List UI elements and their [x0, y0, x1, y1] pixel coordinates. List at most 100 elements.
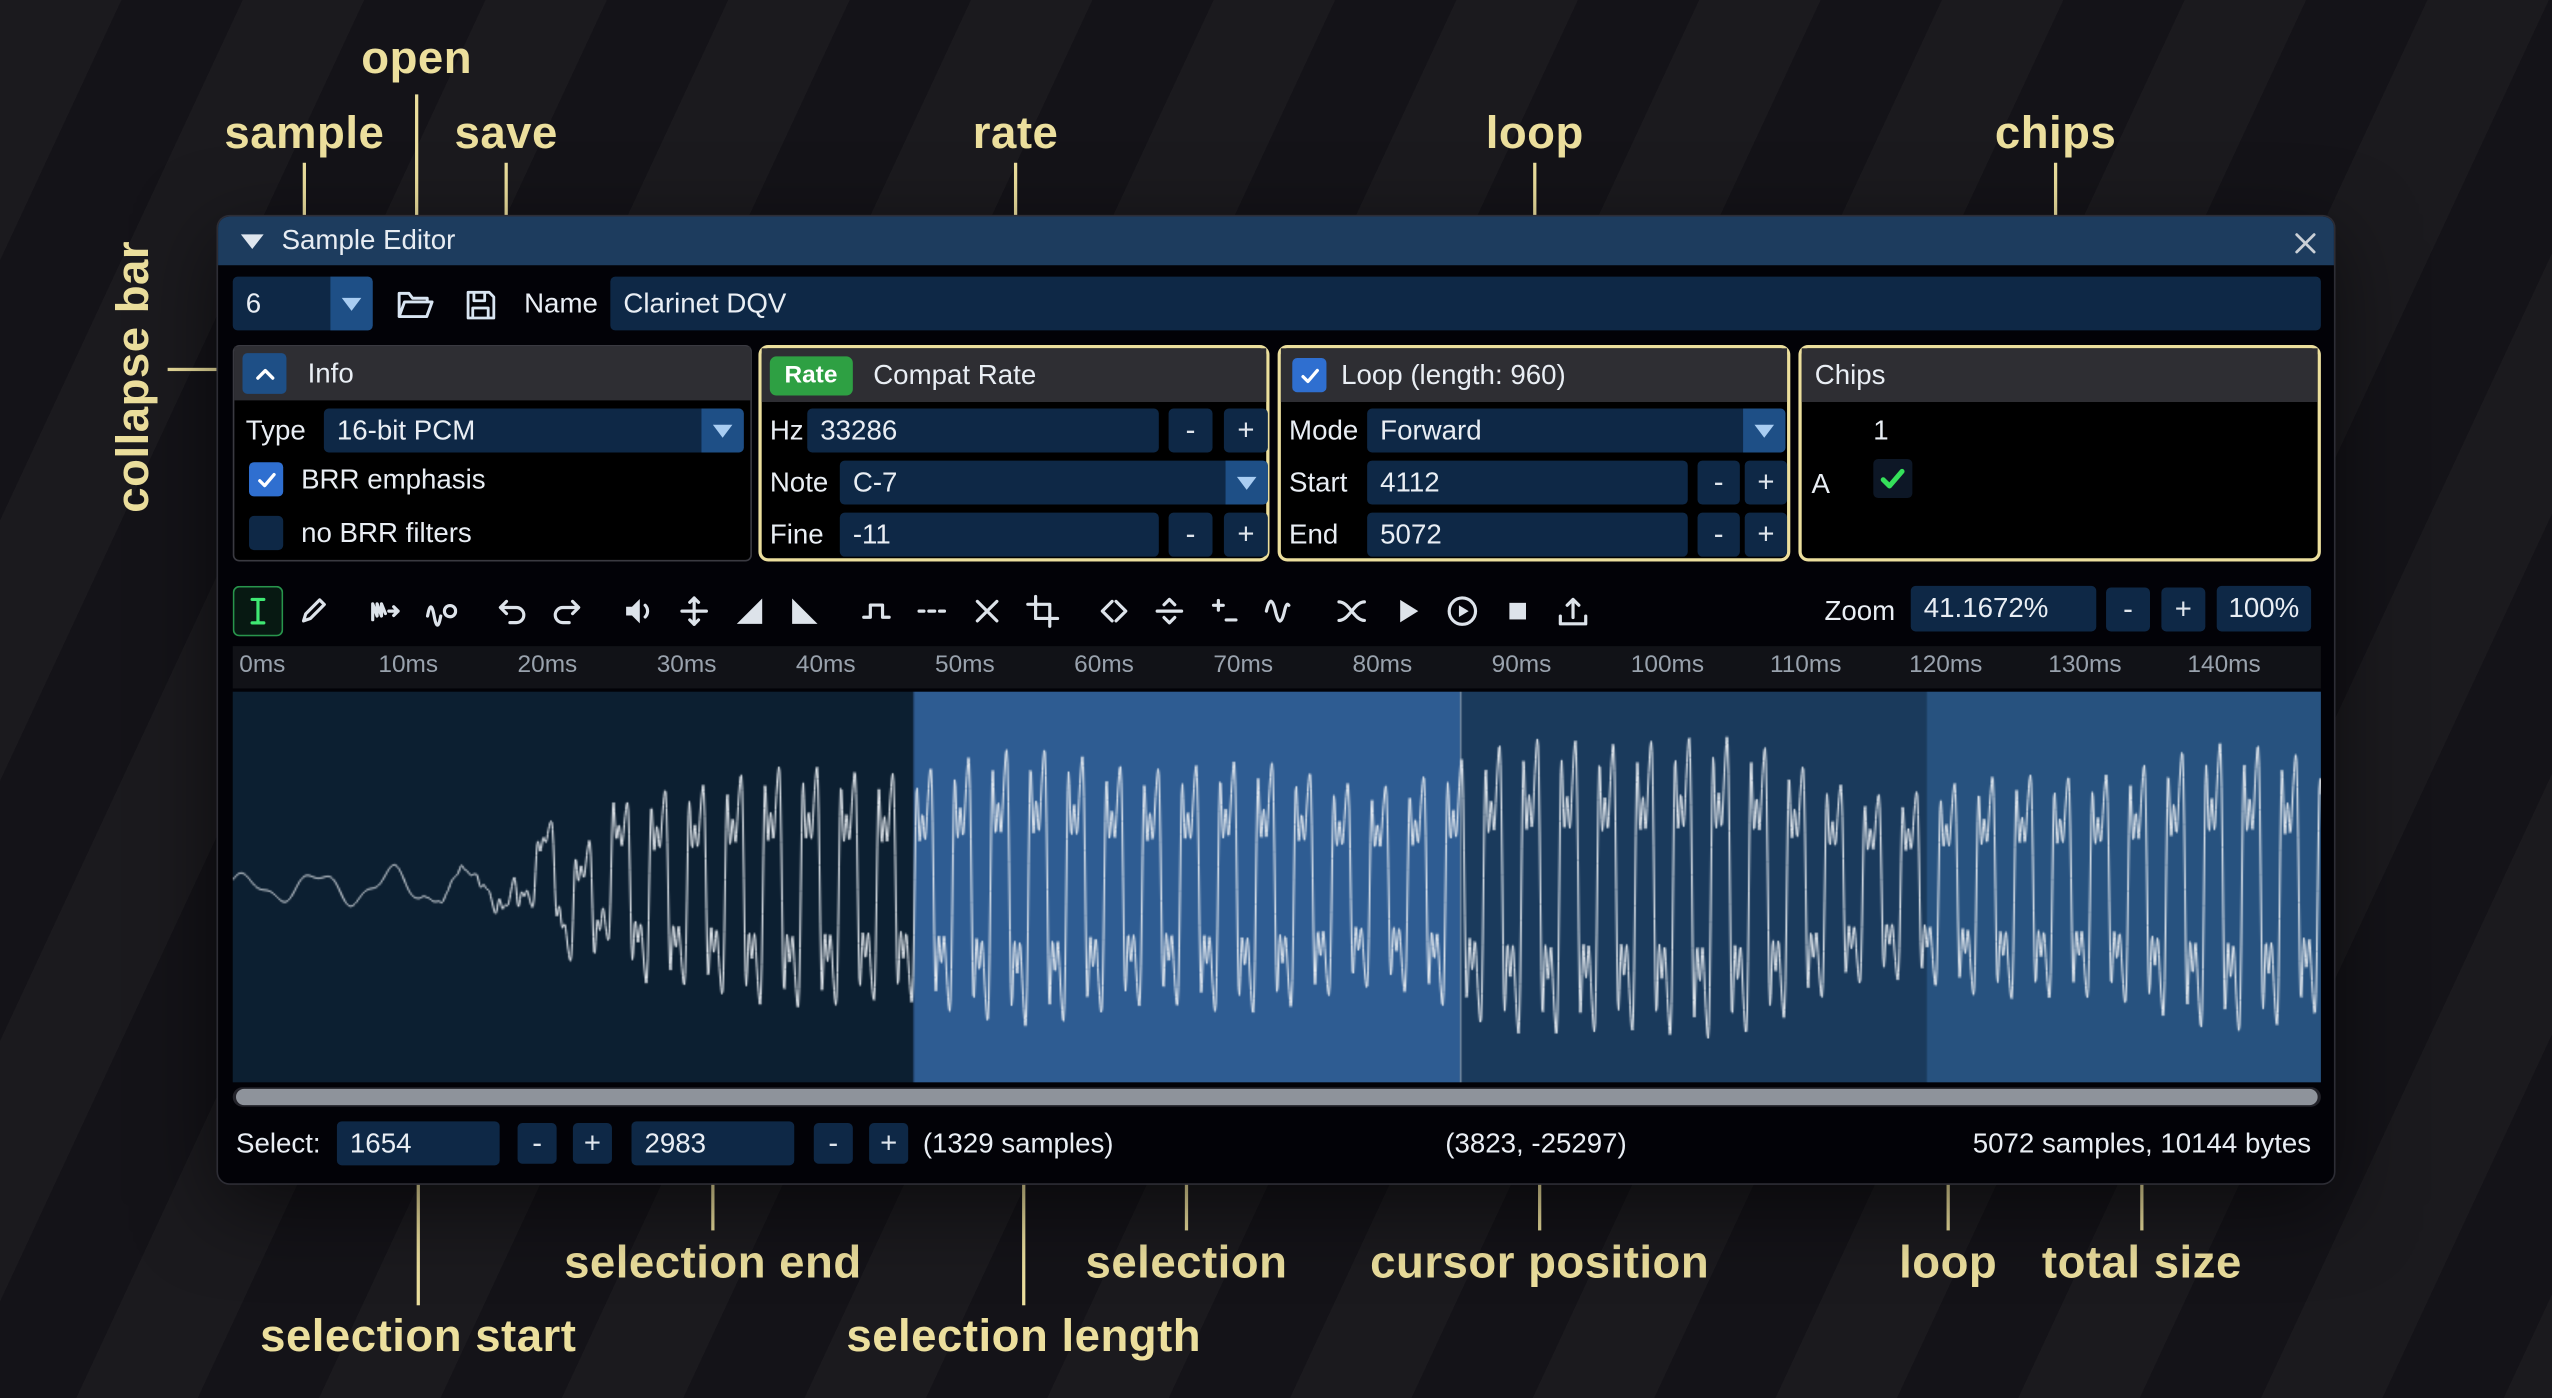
name-input[interactable]: Clarinet DQV	[610, 277, 2321, 331]
loop-start-input[interactable]: 4112	[1367, 461, 1688, 505]
fine-plus-button[interactable]: +	[1224, 513, 1268, 557]
total-size-text: 5072 samples, 10144 bytes	[1973, 1121, 2311, 1165]
hz-plus-button[interactable]: +	[1224, 409, 1268, 453]
loop-mode-select[interactable]: Forward	[1367, 409, 1785, 453]
resample-button[interactable]	[415, 585, 465, 635]
delete-button[interactable]	[962, 585, 1012, 635]
type-select[interactable]: 16-bit PCM	[324, 409, 744, 453]
fade-out-button[interactable]	[780, 585, 830, 635]
loop-start-value: 4112	[1380, 466, 1440, 499]
redo-button[interactable]	[542, 585, 592, 635]
zoom-reset-button[interactable]: 100%	[2217, 586, 2311, 632]
undo-button[interactable]	[487, 585, 537, 635]
crossfade-loop-button[interactable]	[1326, 585, 1376, 635]
annotation-loop-bottom: loop	[1899, 1237, 1997, 1289]
zoom-plus-button[interactable]: +	[2161, 588, 2205, 632]
trim-button[interactable]	[1017, 585, 1067, 635]
scrollbar-thumb[interactable]	[236, 1089, 2318, 1105]
chevron-down-icon	[1754, 424, 1774, 437]
invert-button[interactable]	[1144, 585, 1194, 635]
select-mode-button[interactable]	[233, 585, 283, 635]
insert-silence-icon	[859, 593, 893, 627]
waveform-display[interactable]	[233, 692, 2321, 1083]
type-select-value: 16-bit PCM	[337, 414, 475, 447]
chips-panel-header: Chips	[1802, 348, 2318, 402]
annotation-total-size: total size	[2042, 1237, 2242, 1289]
fine-label: Fine	[770, 513, 824, 557]
reverse-button[interactable]	[1089, 585, 1139, 635]
fine-minus-button[interactable]: -	[1169, 513, 1213, 557]
loop-start-minus-button[interactable]: -	[1698, 461, 1740, 505]
note-select-caret[interactable]	[1226, 461, 1268, 505]
type-select-caret[interactable]	[701, 409, 743, 453]
stop-preview-button[interactable]	[1492, 585, 1542, 635]
annotation-line-selection-length	[1022, 1172, 1025, 1305]
sample-number-caret[interactable]	[330, 277, 372, 331]
chip-a-checkbox[interactable]	[1873, 459, 1912, 498]
chips-panel-title: Chips	[1815, 359, 1886, 392]
fade-in-button[interactable]	[724, 585, 774, 635]
type-label: Type	[246, 409, 306, 453]
check-icon	[255, 468, 278, 491]
brr-emphasis-checkbox[interactable]	[249, 462, 283, 496]
loop-start-plus-button[interactable]: +	[1745, 461, 1787, 505]
hz-minus-button[interactable]: -	[1169, 409, 1213, 453]
window-titlebar[interactable]: Sample Editor	[218, 216, 2334, 265]
draw-mode-button[interactable]	[288, 585, 338, 635]
hz-input[interactable]: 33286	[807, 409, 1159, 453]
import-button[interactable]	[1548, 585, 1598, 635]
amplify-button[interactable]	[614, 585, 664, 635]
loop-end-input[interactable]: 5072	[1367, 513, 1688, 557]
window-title: Sample Editor	[282, 225, 456, 258]
apply-silence-button[interactable]	[907, 585, 957, 635]
zoom-minus-button[interactable]: -	[2106, 588, 2150, 632]
loop-panel: Loop (length: 960) Mode Forward Start 41…	[1278, 345, 1791, 561]
rate-panel-header: Rate Compat Rate	[762, 348, 1267, 402]
fine-input[interactable]: -11	[840, 513, 1159, 557]
info-panel: Info Type 16-bit PCM BRR emphasis no BRR…	[233, 345, 752, 561]
open-button[interactable]	[386, 280, 445, 329]
selection-start-minus-button[interactable]: -	[518, 1123, 557, 1164]
loop-end-value: 5072	[1380, 518, 1442, 551]
note-select-value: C-7	[853, 466, 898, 499]
loop-end-label: End	[1289, 513, 1338, 557]
preview-icon	[1390, 593, 1424, 627]
insert-silence-button[interactable]	[851, 585, 901, 635]
selection-end-input[interactable]: 2983	[631, 1121, 794, 1165]
signed-unsigned-button[interactable]	[1200, 585, 1250, 635]
apply-filter-icon	[1263, 593, 1297, 627]
resize-button[interactable]	[360, 585, 410, 635]
sample-number-select[interactable]: 6	[233, 277, 373, 331]
save-button[interactable]	[451, 280, 510, 329]
loop-mode-value: Forward	[1380, 414, 1481, 447]
loop-mode-caret[interactable]	[1743, 409, 1785, 453]
chevron-up-icon	[251, 361, 277, 387]
loop-end-plus-button[interactable]: +	[1745, 513, 1787, 557]
timeline-ruler[interactable]: 0ms10ms20ms30ms40ms50ms60ms70ms80ms90ms1…	[233, 646, 2321, 688]
note-select[interactable]: C-7	[840, 461, 1268, 505]
selection-start-input[interactable]: 1654	[337, 1121, 500, 1165]
zoom-input[interactable]: 41.1672%	[1911, 586, 2097, 632]
normalize-icon	[677, 593, 711, 627]
no-brr-filters-checkbox[interactable]	[249, 516, 283, 550]
selection-end-minus-button[interactable]: -	[814, 1123, 853, 1164]
signed-unsigned-icon	[1208, 593, 1242, 627]
selection-start-plus-button[interactable]: +	[573, 1123, 612, 1164]
loop-end-minus-button[interactable]: -	[1698, 513, 1740, 557]
preview-button[interactable]	[1382, 585, 1432, 635]
normalize-button[interactable]	[669, 585, 719, 635]
green-check-icon	[1878, 464, 1907, 493]
collapse-window-triangle-icon[interactable]	[241, 234, 264, 249]
info-panel-header: Info	[234, 347, 750, 401]
fade-in-icon	[732, 593, 766, 627]
selection-end-plus-button[interactable]: +	[869, 1123, 908, 1164]
collapse-info-button[interactable]	[243, 353, 287, 394]
amplify-icon	[622, 593, 656, 627]
waveform-scrollbar[interactable]	[233, 1087, 2321, 1107]
close-button[interactable]	[2290, 228, 2319, 257]
timeline-tick: 10ms	[378, 651, 438, 679]
preview-selection-button[interactable]	[1437, 585, 1487, 635]
selection-length-text: (1329 samples)	[923, 1121, 1114, 1165]
apply-filter-button[interactable]	[1255, 585, 1305, 635]
loop-enable-checkbox[interactable]	[1292, 358, 1326, 392]
